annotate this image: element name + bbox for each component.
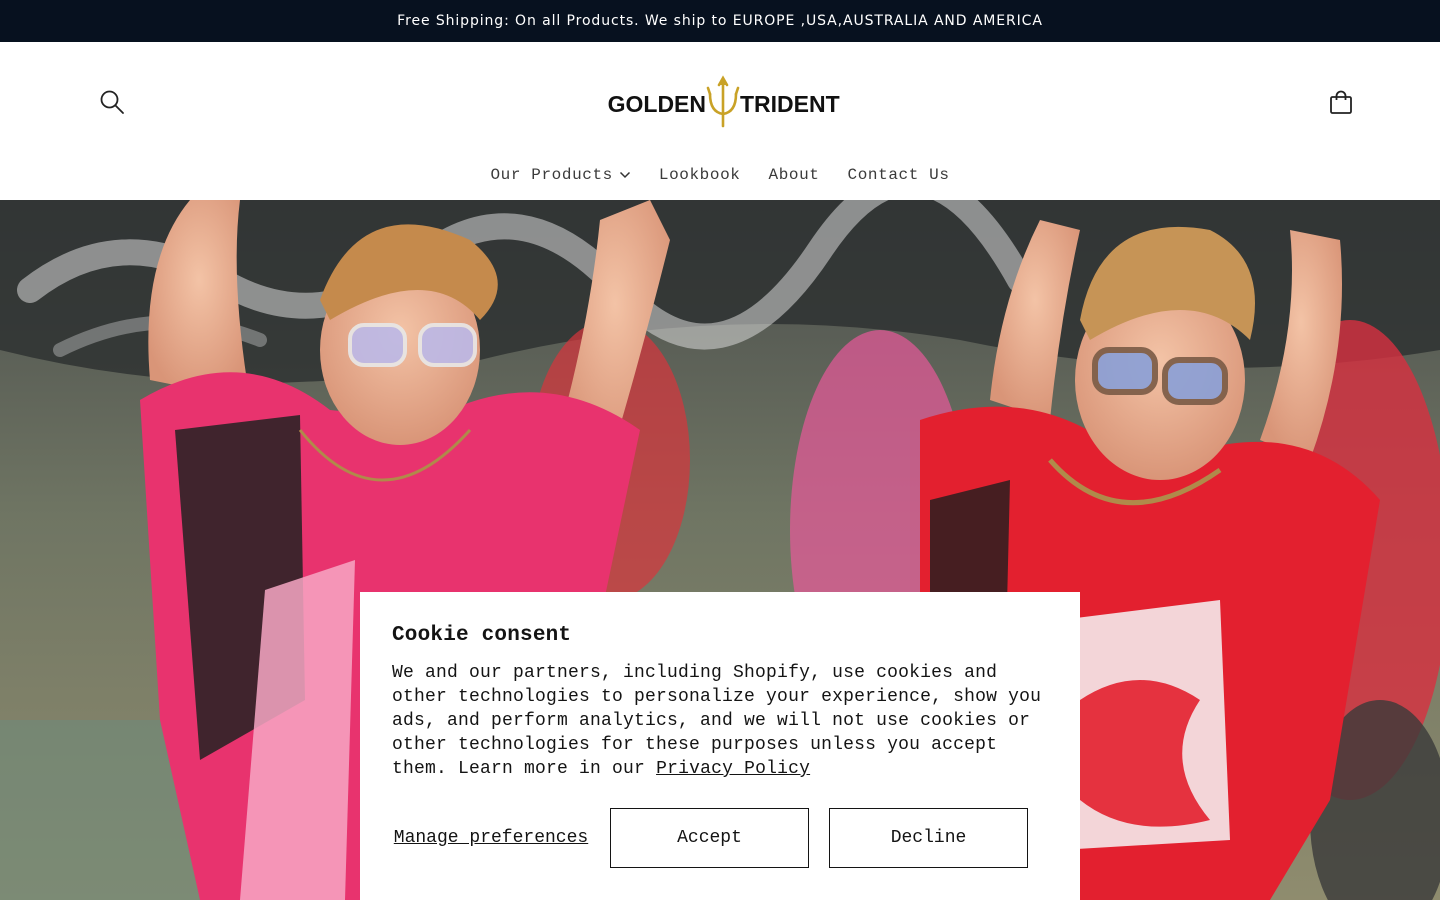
manage-preferences-link[interactable]: Manage preferences — [392, 808, 590, 868]
cookie-title: Cookie consent — [392, 624, 572, 647]
nav-item-label: About — [768, 166, 820, 184]
decline-button[interactable]: Decline — [829, 808, 1028, 868]
logo-text-left: GOLDEN — [608, 91, 706, 117]
site-header: GOLDEN TRIDENT Our Products Lookbook Abo… — [0, 42, 1440, 200]
cookie-consent-dialog: Cookie consent We and our partners, incl… — [360, 592, 1080, 900]
nav-item-our-products[interactable]: Our Products — [476, 166, 644, 184]
cookie-actions: Manage preferences Accept Decline — [392, 808, 1048, 868]
cart-icon — [1330, 90, 1352, 114]
privacy-policy-link[interactable]: Privacy Policy — [656, 759, 810, 779]
nav-item-contact-us[interactable]: Contact Us — [834, 166, 964, 184]
logo-text-right: TRIDENT — [740, 91, 840, 117]
nav-item-label: Lookbook — [658, 166, 741, 184]
search-button[interactable] — [90, 80, 134, 124]
announcement-bar: Free Shipping: On all Products. We ship … — [0, 0, 1440, 42]
cookie-body: We and our partners, including Shopify, … — [392, 661, 1048, 781]
search-icon — [100, 90, 124, 114]
site-logo[interactable]: GOLDEN TRIDENT — [600, 72, 846, 132]
nav-item-label: Our Products — [490, 166, 613, 184]
nav-item-lookbook[interactable]: Lookbook — [645, 166, 755, 184]
trident-icon — [706, 75, 740, 128]
chevron-down-icon — [619, 171, 631, 179]
main-nav: Our Products Lookbook About Contact Us — [0, 154, 1440, 196]
accept-button[interactable]: Accept — [610, 808, 809, 868]
nav-item-label: Contact Us — [847, 166, 950, 184]
nav-item-about[interactable]: About — [755, 166, 834, 184]
cart-button[interactable] — [1319, 80, 1363, 124]
announcement-text: Free Shipping: On all Products. We ship … — [397, 13, 1043, 29]
